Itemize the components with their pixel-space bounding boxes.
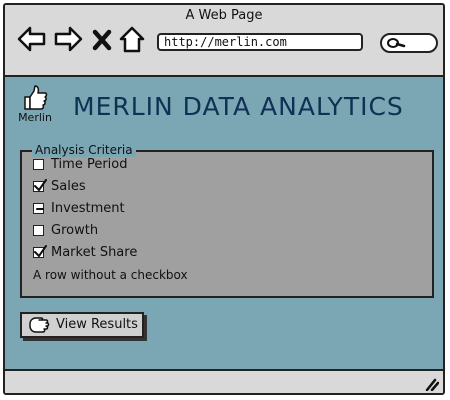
checkbox-label: Time Period	[51, 157, 128, 172]
browser-toolbar: A Web Page http://merlin.com	[5, 5, 443, 77]
checkbox-time-period[interactable]	[33, 159, 44, 170]
status-bar	[5, 369, 443, 393]
checkbox-label: Investment	[51, 201, 125, 216]
search-input[interactable]	[380, 33, 438, 53]
checkbox-row-time-period[interactable]: Time Period	[33, 156, 127, 174]
indeterminate-dash-icon	[36, 208, 44, 210]
home-icon[interactable]	[119, 24, 145, 54]
checkbox-label: Sales	[51, 179, 86, 194]
checkbox-row-sales[interactable]: Sales	[33, 178, 86, 196]
checkbox-investment[interactable]	[33, 203, 44, 214]
checkbox-row-investment[interactable]: Investment	[33, 200, 125, 218]
plain-row: A row without a checkbox	[33, 268, 188, 282]
hand-pointer-icon	[29, 317, 50, 333]
page-content: Merlin MERLIN DATA ANALYTICS Analysis Cr…	[5, 77, 443, 373]
resize-grip-icon[interactable]	[423, 375, 439, 391]
back-arrow-icon[interactable]	[17, 24, 47, 54]
view-results-label: View Results	[56, 317, 138, 332]
window-title: A Web Page	[185, 8, 263, 23]
checkbox-market-share[interactable]	[33, 245, 47, 258]
browser-window: A Web Page http://merlin.com Merlin MERL…	[3, 3, 445, 395]
analysis-criteria-legend: Analysis Criteria	[32, 143, 136, 157]
checkbox-row-growth[interactable]: Growth	[33, 222, 98, 240]
checkbox-label: Market Share	[51, 245, 138, 260]
forward-arrow-icon[interactable]	[53, 24, 83, 54]
checkbox-label: Growth	[51, 223, 99, 238]
checkbox-row-market-share[interactable]: Market Share	[33, 244, 137, 262]
search-icon	[387, 38, 406, 48]
checkbox-sales[interactable]	[33, 179, 47, 192]
close-x-icon[interactable]	[91, 24, 113, 54]
url-input[interactable]: http://merlin.com	[157, 33, 363, 51]
thumbs-up-icon	[24, 85, 48, 110]
analysis-criteria-group: Analysis Criteria Time Period Sales Inve…	[20, 143, 434, 298]
page-title: MERLIN DATA ANALYTICS	[73, 92, 404, 121]
logo: Merlin	[15, 85, 55, 129]
logo-label: Merlin	[18, 111, 52, 124]
checkmark-icon	[34, 179, 47, 191]
checkmark-icon	[34, 245, 47, 257]
view-results-button[interactable]: View Results	[20, 312, 144, 338]
checkbox-growth[interactable]	[33, 225, 44, 236]
